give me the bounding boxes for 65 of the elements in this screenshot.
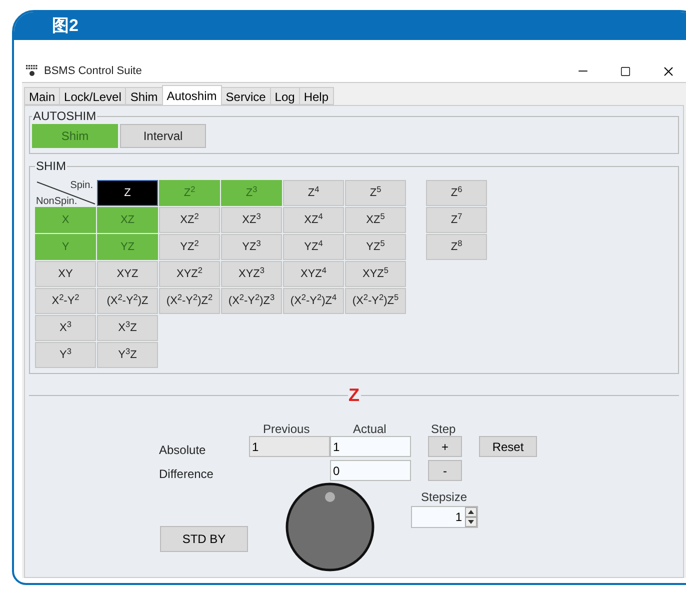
- coil-button[interactable]: (X$^{2}$-Y$^{2}$)Z$^{2}$: [159, 288, 220, 314]
- coil-button[interactable]: XYZ$^{3}$: [221, 261, 282, 287]
- difference-label: Difference: [159, 466, 214, 483]
- difference-field[interactable]: 0: [330, 460, 411, 481]
- tab[interactable]: Shim: [125, 87, 163, 105]
- tab[interactable]: Lock/Level: [59, 87, 126, 105]
- nonspin-label: NonSpin.: [36, 195, 78, 209]
- coil-button[interactable]: (X$^{2}$-Y$^{2}$)Z$^{3}$: [221, 288, 282, 314]
- coil-button[interactable]: Z$^{6}$: [426, 180, 487, 206]
- column-header: Previous: [263, 421, 310, 438]
- coil-button[interactable]: (X$^{2}$-Y$^{2}$)Z: [97, 288, 158, 314]
- tab[interactable]: Log: [270, 87, 300, 105]
- plus-button[interactable]: +: [428, 436, 462, 457]
- standby-button[interactable]: STD BY: [160, 526, 248, 552]
- coil-button[interactable]: XYZ$^{5}$: [345, 261, 406, 287]
- window-title: BSMS Control Suite: [44, 64, 142, 79]
- coil-button[interactable]: (X$^{2}$-Y$^{2}$)Z$^{5}$: [345, 288, 406, 314]
- coil-button[interactable]: YZ$^{5}$: [345, 234, 406, 260]
- coil-button[interactable]: YZ$^{4}$: [283, 234, 344, 260]
- shim-name: Z: [348, 386, 360, 404]
- coil-button[interactable]: Y$^{3}$: [35, 342, 96, 368]
- stepsize-label: Stepsize: [421, 489, 468, 506]
- column-header: Actual: [353, 421, 386, 438]
- coil-button[interactable]: XZ$^{3}$: [221, 207, 282, 233]
- coil-button[interactable]: Z$^{5}$: [345, 180, 406, 206]
- tab[interactable]: Autoshim: [162, 85, 222, 105]
- figure-label: 图2: [52, 15, 78, 38]
- autoshim-button[interactable]: Interval: [120, 124, 206, 148]
- reset-button[interactable]: Reset: [479, 436, 537, 457]
- stepsize-spinner[interactable]: 1: [411, 506, 478, 528]
- coil-button[interactable]: XZ$^{4}$: [283, 207, 344, 233]
- minus-button[interactable]: -: [428, 460, 462, 481]
- coil-button[interactable]: XYZ$^{2}$: [159, 261, 220, 287]
- tab[interactable]: Main: [24, 87, 60, 105]
- coil-button[interactable]: X$^{3}$: [35, 315, 96, 341]
- maximize-icon[interactable]: [620, 66, 631, 76]
- coil-button[interactable]: Z$^{7}$: [426, 207, 487, 233]
- actual-field[interactable]: 1: [330, 436, 411, 457]
- stepsize-value: 1: [454, 509, 463, 526]
- coil-button[interactable]: YZ$^{2}$: [159, 234, 220, 260]
- coil-button[interactable]: (X$^{2}$-Y$^{2}$)Z$^{4}$: [283, 288, 344, 314]
- coil-button[interactable]: XZ$^{2}$: [159, 207, 220, 233]
- coil-button[interactable]: X$^{3}$Z: [97, 315, 158, 341]
- coil-button[interactable]: XYZ: [97, 261, 158, 287]
- group-title: AUTOSHIM: [32, 110, 98, 122]
- coil-button[interactable]: XZ$^{5}$: [345, 207, 406, 233]
- app-icon: [26, 65, 38, 77]
- tab[interactable]: Service: [220, 87, 271, 105]
- knob-icon[interactable]: [285, 482, 375, 572]
- coil-button[interactable]: XYZ$^{4}$: [283, 261, 344, 287]
- spin-label: Spin.: [70, 179, 93, 193]
- tab[interactable]: Help: [298, 87, 334, 105]
- coil-button[interactable]: Y$^{3}$Z: [97, 342, 158, 368]
- coil-button[interactable]: Z: [97, 180, 158, 206]
- group-title: SHIM: [35, 160, 67, 172]
- previous-field[interactable]: 1: [249, 436, 330, 457]
- coil-button[interactable]: XY: [35, 261, 96, 287]
- coil-button[interactable]: Z$^{4}$: [283, 180, 344, 206]
- column-header: Step: [431, 421, 456, 438]
- coil-button[interactable]: X$^{2}$-Y$^{2}$: [35, 288, 96, 314]
- diagonal-line: [35, 180, 96, 206]
- coil-button[interactable]: YZ$^{3}$: [221, 234, 282, 260]
- absolute-label: Absolute: [159, 442, 206, 459]
- spinner-arrows-icon[interactable]: [465, 507, 477, 527]
- coil-button[interactable]: Z$^{8}$: [426, 234, 487, 260]
